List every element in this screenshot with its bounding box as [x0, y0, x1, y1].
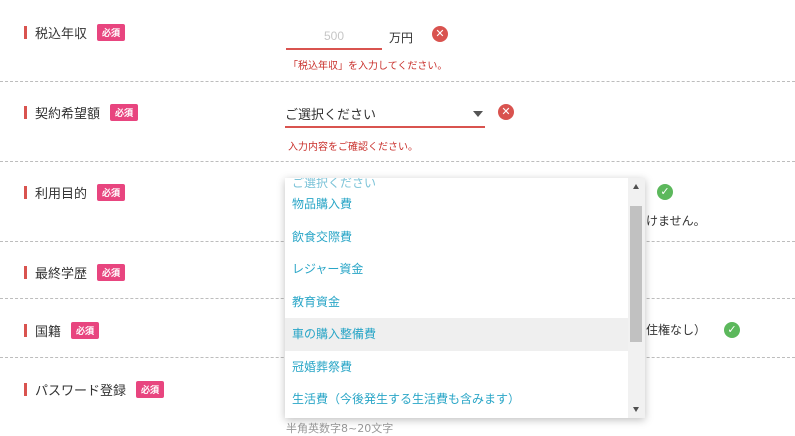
- income-unit: 万円: [389, 31, 414, 45]
- contract-label: 契約希望額: [35, 107, 101, 122]
- purpose-label-row: 利用目的 必須: [24, 183, 126, 202]
- contract-amount-select[interactable]: ご選択ください: [285, 100, 485, 128]
- contract-label-row: 契約希望額 必須: [24, 103, 139, 122]
- check-icon: ✓: [657, 184, 673, 200]
- dropdown-option[interactable]: ご選択ください: [285, 178, 628, 188]
- error-icon: ✕: [432, 26, 448, 42]
- required-marker: [24, 324, 27, 337]
- dropdown-options: ご選択ください 物品購入費 飲食交際費 レジャー資金 教育資金 車の購入整備費 …: [285, 178, 628, 416]
- error-icon: ✕: [498, 104, 514, 120]
- required-badge: 必須: [97, 184, 126, 201]
- nationality-label-row: 国籍 必須: [24, 321, 100, 340]
- dropdown-option[interactable]: 車の購入整備費: [285, 318, 628, 351]
- education-label-row: 最終学歴 必須: [24, 263, 126, 282]
- purpose-dropdown-list[interactable]: ご選択ください 物品購入費 飲食交際費 レジャー資金 教育資金 車の購入整備費 …: [285, 178, 645, 418]
- password-label-row: パスワード登録 必須: [24, 380, 165, 399]
- purpose-note-text: けません。: [646, 214, 706, 228]
- income-label: 税込年収: [35, 27, 88, 42]
- required-badge: 必須: [97, 264, 126, 281]
- nationality-label: 国籍: [35, 325, 62, 340]
- income-label-row: 税込年収 必須: [24, 23, 126, 42]
- dropdown-option[interactable]: 飲食交際費: [285, 221, 628, 254]
- purpose-label: 利用目的: [35, 187, 88, 202]
- required-marker: [24, 106, 27, 119]
- required-badge: 必須: [97, 24, 126, 41]
- chevron-down-icon: [473, 111, 483, 117]
- income-error-message: 「税込年収」を入力してください。: [288, 61, 448, 72]
- income-input[interactable]: [286, 24, 382, 50]
- scrollbar-thumb[interactable]: [630, 206, 642, 342]
- required-badge: 必須: [71, 322, 100, 339]
- required-marker: [24, 383, 27, 396]
- education-label: 最終学歴: [35, 267, 88, 282]
- required-badge: 必須: [110, 104, 139, 121]
- dropdown-option[interactable]: 生活費（今後発生する生活費も含みます）: [285, 383, 628, 416]
- dropdown-option[interactable]: 教育資金: [285, 286, 628, 319]
- dropdown-option[interactable]: 物品購入費: [285, 188, 628, 221]
- divider: [0, 81, 795, 82]
- check-icon: ✓: [724, 322, 740, 338]
- password-label: パスワード登録: [35, 384, 127, 399]
- required-marker: [24, 186, 27, 199]
- dropdown-scrollbar[interactable]: [628, 178, 645, 418]
- divider: [0, 161, 795, 162]
- required-marker: [24, 266, 27, 279]
- dropdown-option[interactable]: 冠婚葬祭費: [285, 351, 628, 384]
- contract-selected-value: ご選択ください: [285, 108, 377, 123]
- scroll-up-arrow-icon[interactable]: [633, 184, 639, 189]
- contract-error-message: 入力内容をご確認ください。: [288, 142, 418, 153]
- nationality-note-text: 住権なし）: [646, 323, 707, 337]
- dropdown-option[interactable]: レジャー資金: [285, 253, 628, 286]
- scroll-down-arrow-icon[interactable]: [633, 407, 639, 412]
- required-marker: [24, 26, 27, 39]
- password-hint: 半角英数字8~20文字: [286, 422, 394, 435]
- required-badge: 必須: [136, 381, 165, 398]
